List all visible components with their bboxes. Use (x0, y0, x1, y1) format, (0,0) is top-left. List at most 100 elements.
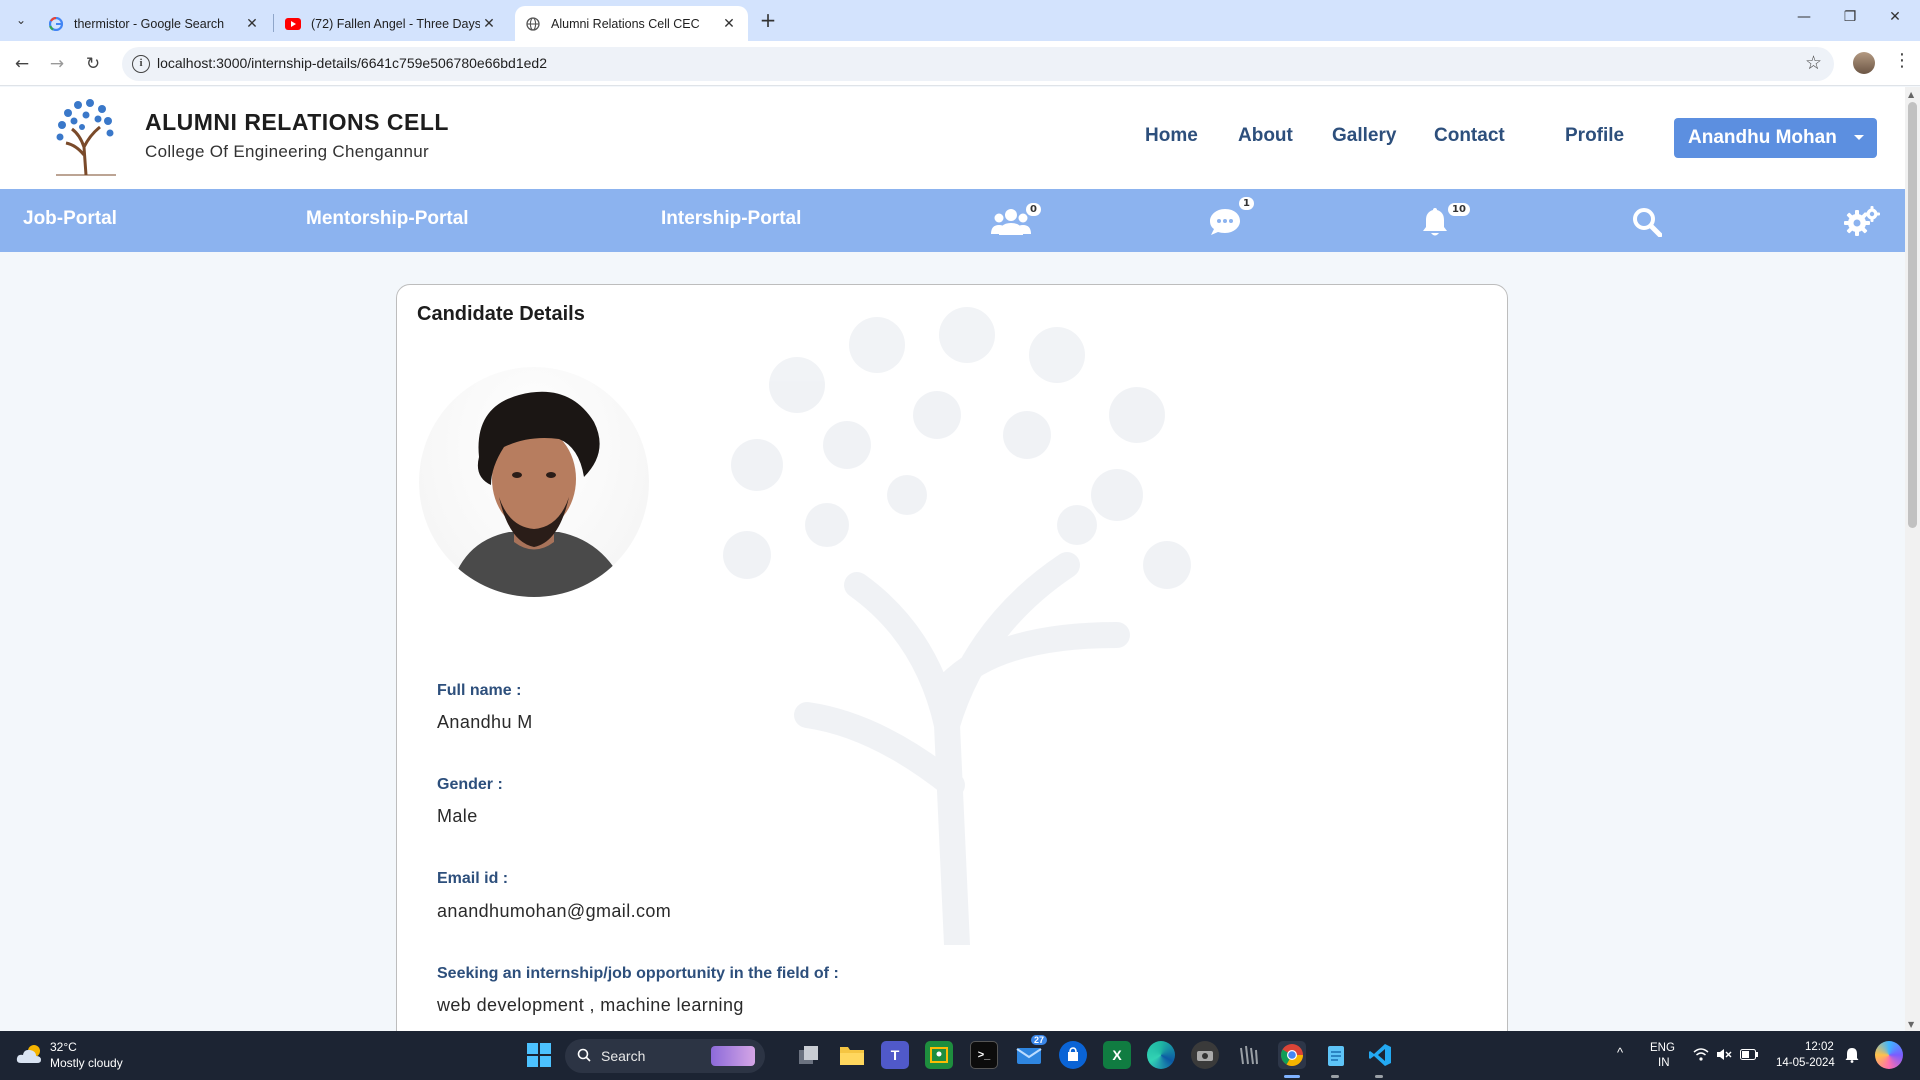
volume-muted-icon[interactable] (1716, 1048, 1732, 1061)
tab-search-chevron-icon[interactable]: ⌄ (10, 9, 32, 31)
chrome-icon[interactable] (1278, 1041, 1306, 1069)
mail-count-badge: 27 (1031, 1035, 1048, 1045)
nav-link-contact[interactable]: Contact (1434, 125, 1505, 147)
alumni-cell-logo (56, 99, 116, 176)
weather-description[interactable]: Mostly cloudy (50, 1056, 123, 1070)
settings-button[interactable] (1843, 203, 1881, 237)
file-explorer-icon[interactable] (838, 1041, 866, 1069)
reload-icon[interactable]: ↻ (81, 52, 105, 76)
candidate-details-card: Candidate Details Full name : Anandhu M … (396, 284, 1508, 1031)
battery-icon[interactable] (1740, 1049, 1758, 1060)
tab-title: Alumni Relations Cell CEC (551, 16, 700, 31)
full-name-label: Full name : (437, 682, 522, 699)
scroll-down-arrow-icon[interactable]: ▼ (1908, 1020, 1914, 1029)
clock-time[interactable]: 12:02 (1805, 1041, 1834, 1053)
windows-taskbar: 32°C Mostly cloudy Search T >_ 27 X ^ EN… (0, 1031, 1920, 1080)
teams-icon[interactable]: T (881, 1041, 909, 1069)
app-store-icon[interactable] (1059, 1041, 1087, 1069)
gears-icon (1844, 206, 1880, 236)
email-label: Email id : (437, 870, 509, 887)
nav-link-home[interactable]: Home (1145, 125, 1198, 147)
language-indicator-line2[interactable]: IN (1658, 1057, 1670, 1069)
web-page: ALUMNI RELATIONS CELL College Of Enginee… (0, 87, 1905, 1031)
classroom-icon[interactable] (925, 1041, 953, 1069)
nav-link-about[interactable]: About (1238, 125, 1293, 147)
audio-app-icon[interactable] (1234, 1041, 1262, 1069)
full-name-value: Anandhu M (437, 712, 533, 732)
candidate-photo (419, 367, 649, 597)
tab-close-icon[interactable]: ✕ (480, 16, 498, 32)
address-bar[interactable]: i localhost:3000/internship-details/6641… (122, 47, 1834, 81)
vscode-icon[interactable] (1366, 1041, 1394, 1069)
minimize-icon[interactable]: — (1793, 9, 1815, 25)
browser-profile-avatar[interactable] (1853, 52, 1875, 74)
messages-button[interactable]: 1 (1209, 197, 1259, 237)
url-text[interactable]: localhost:3000/internship-details/6641c7… (157, 55, 547, 71)
bookmark-star-icon[interactable]: ☆ (1805, 52, 1822, 74)
page-scrollbar[interactable]: ▲ ▼ (1905, 87, 1920, 1031)
google-icon (48, 16, 64, 32)
messages-count-badge: 1 (1239, 197, 1254, 210)
tab-close-icon[interactable]: ✕ (243, 16, 261, 32)
tab-close-icon[interactable]: ✕ (720, 16, 738, 32)
notepad-icon[interactable] (1322, 1041, 1350, 1069)
users-group-icon (991, 209, 1031, 235)
vscode-running-indicator (1375, 1075, 1383, 1078)
email-value: anandhumohan@gmail.com (437, 901, 672, 921)
site-info-icon[interactable]: i (132, 55, 150, 73)
internship-portal-link[interactable]: Intership-Portal (661, 208, 801, 230)
portal-navbar: Job-Portal Mentorship-Portal Intership-P… (0, 189, 1905, 252)
restore-icon[interactable]: ❐ (1839, 9, 1861, 25)
site-title: ALUMNI RELATIONS CELL (145, 109, 449, 135)
youtube-icon (285, 16, 301, 32)
browser-tab-youtube[interactable]: (72) Fallen Angel - Three Days G ✕ (275, 6, 508, 41)
browser-menu-kebab-icon[interactable]: ⋮ (1893, 50, 1911, 71)
clock-date[interactable]: 14-05-2024 (1776, 1057, 1835, 1069)
window-close-icon[interactable]: ✕ (1884, 9, 1906, 25)
scroll-up-arrow-icon[interactable]: ▲ (1908, 90, 1914, 99)
gender-label: Gender : (437, 776, 503, 793)
search-button[interactable] (1632, 203, 1662, 237)
cloudy-weather-icon[interactable] (16, 1043, 44, 1065)
caret-down-icon (1854, 135, 1864, 140)
connections-count-badge: 0 (1026, 203, 1041, 216)
field-of-interest-value: web development , machine learning (437, 995, 744, 1015)
weather-temperature[interactable]: 32°C (50, 1040, 77, 1054)
copilot-icon[interactable] (1875, 1041, 1903, 1069)
notifications-button[interactable]: 10 (1422, 203, 1472, 237)
camera-app-icon[interactable] (1191, 1041, 1219, 1069)
scrollbar-thumb[interactable] (1908, 102, 1917, 528)
browser-tab-google[interactable]: thermistor - Google Search ✕ (38, 6, 271, 41)
mentorship-portal-link[interactable]: Mentorship-Portal (306, 208, 469, 230)
candidate-portrait-image (449, 391, 629, 597)
taskbar-search-box[interactable]: Search (565, 1039, 765, 1073)
notification-bell-icon[interactable] (1845, 1047, 1859, 1063)
back-arrow-icon[interactable]: ← (10, 52, 34, 76)
edge-browser-icon[interactable] (1147, 1041, 1175, 1069)
forward-arrow-icon[interactable]: → (45, 52, 69, 76)
search-highlight-image (711, 1046, 755, 1066)
show-hidden-icons-chevron-icon[interactable]: ^ (1617, 1045, 1623, 1060)
nav-link-gallery[interactable]: Gallery (1332, 125, 1396, 147)
task-view-icon[interactable] (795, 1041, 823, 1069)
user-dropdown-button[interactable]: Anandhu Mohan (1674, 118, 1877, 158)
nav-link-profile[interactable]: Profile (1565, 125, 1624, 147)
browser-tab-alumni[interactable]: Alumni Relations Cell CEC ✕ (515, 6, 748, 41)
connections-button[interactable]: 0 (991, 203, 1047, 237)
card-title: Candidate Details (417, 303, 585, 325)
windows-start-icon[interactable] (525, 1041, 553, 1069)
wifi-icon[interactable] (1693, 1048, 1709, 1061)
tab-separator (273, 14, 274, 32)
user-name: Anandhu Mohan (1688, 127, 1837, 148)
terminal-icon[interactable]: >_ (970, 1041, 998, 1069)
chrome-active-indicator (1284, 1075, 1300, 1078)
search-icon (577, 1048, 591, 1062)
excel-icon[interactable]: X (1103, 1041, 1131, 1069)
gender-value: Male (437, 806, 478, 826)
job-portal-link[interactable]: Job-Portal (23, 208, 117, 230)
search-placeholder: Search (601, 1048, 646, 1064)
language-indicator-line1[interactable]: ENG (1650, 1042, 1675, 1054)
new-tab-plus-icon[interactable]: + (757, 9, 779, 31)
browser-tab-bar: ⌄ thermistor - Google Search ✕ (72) Fall… (0, 0, 1920, 41)
mail-icon[interactable]: 27 (1015, 1035, 1048, 1069)
